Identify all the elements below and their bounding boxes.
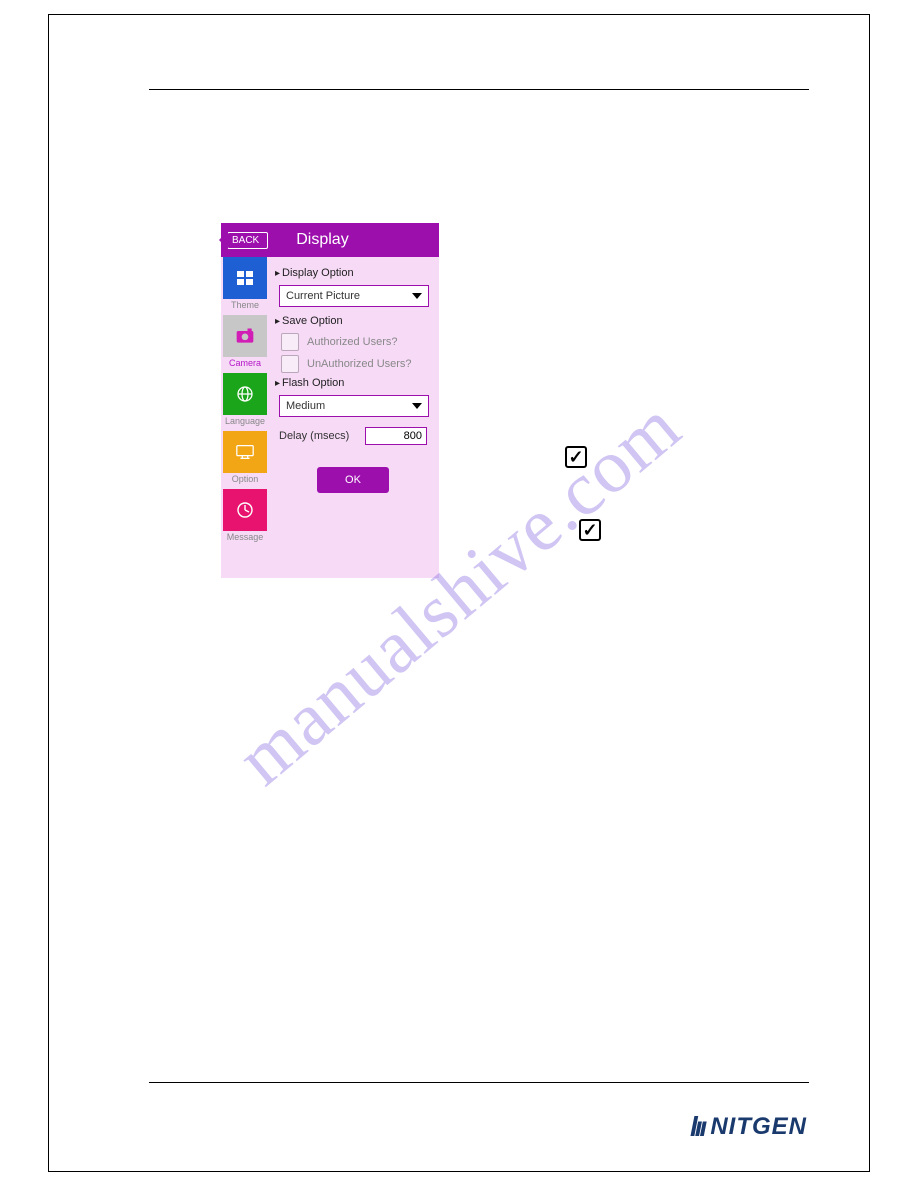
checkbox-icon xyxy=(281,355,299,373)
unauthorized-users-checkbox[interactable]: UnAuthorized Users? xyxy=(281,355,431,373)
flash-option-heading: Flash Option xyxy=(275,377,431,389)
monitor-icon xyxy=(223,431,267,473)
back-label: BACK xyxy=(232,235,259,246)
device-titlebar: BACK Display xyxy=(221,223,439,257)
clock-icon xyxy=(223,489,267,531)
device-body: Theme Camera Language xyxy=(221,257,439,578)
sidebar-item-label: Theme xyxy=(231,299,259,315)
logo-icon: lıı xyxy=(690,1111,704,1143)
sidebar-item-language[interactable]: Language xyxy=(221,373,269,431)
sidebar-item-camera[interactable]: Camera xyxy=(221,315,269,373)
sidebar-item-theme[interactable]: Theme xyxy=(221,257,269,315)
page-frame: manualshive.com BACK Display Th xyxy=(48,14,870,1172)
display-option-heading: Display Option xyxy=(275,267,431,279)
logo-text: NITGEN xyxy=(710,1113,807,1141)
delay-label: Delay (msecs) xyxy=(279,430,349,442)
globe-icon xyxy=(223,373,267,415)
screen-title: Display xyxy=(296,231,348,249)
select-value: Medium xyxy=(286,400,325,412)
camera-icon xyxy=(223,315,267,357)
sidebar: Theme Camera Language xyxy=(221,257,269,578)
header-rule xyxy=(149,89,809,90)
footer-logo: lıı NITGEN xyxy=(690,1111,807,1143)
chevron-down-icon xyxy=(412,293,422,299)
back-button[interactable]: BACK xyxy=(227,232,268,249)
chevron-down-icon xyxy=(412,403,422,409)
sidebar-item-option[interactable]: Option xyxy=(221,431,269,489)
checkbox-icon xyxy=(281,333,299,351)
save-option-heading: Save Option xyxy=(275,315,431,327)
footer-rule xyxy=(149,1082,809,1083)
flash-option-select[interactable]: Medium xyxy=(279,395,429,417)
sidebar-item-label: Language xyxy=(225,415,265,431)
authorized-users-checkbox[interactable]: Authorized Users? xyxy=(281,333,431,351)
chevron-left-icon xyxy=(219,232,227,248)
ok-button[interactable]: OK xyxy=(317,467,389,493)
sidebar-item-label: Option xyxy=(232,473,259,489)
delay-input[interactable] xyxy=(365,427,427,445)
delay-row: Delay (msecs) xyxy=(279,427,427,445)
display-option-select[interactable]: Current Picture xyxy=(279,285,429,307)
sidebar-item-message[interactable]: Message xyxy=(221,489,269,547)
device-screen: BACK Display Theme xyxy=(221,223,439,578)
check-icon xyxy=(565,446,587,468)
page: manualshive.com BACK Display Th xyxy=(0,0,918,1188)
check-icon xyxy=(579,519,601,541)
select-value: Current Picture xyxy=(286,290,360,302)
content-area: Display Option Current Picture Save Opti… xyxy=(269,257,439,578)
checkbox-label: UnAuthorized Users? xyxy=(307,358,412,370)
windows-icon xyxy=(223,257,267,299)
sidebar-item-label: Message xyxy=(227,531,264,547)
checkbox-label: Authorized Users? xyxy=(307,336,398,348)
sidebar-item-label: Camera xyxy=(229,357,261,373)
